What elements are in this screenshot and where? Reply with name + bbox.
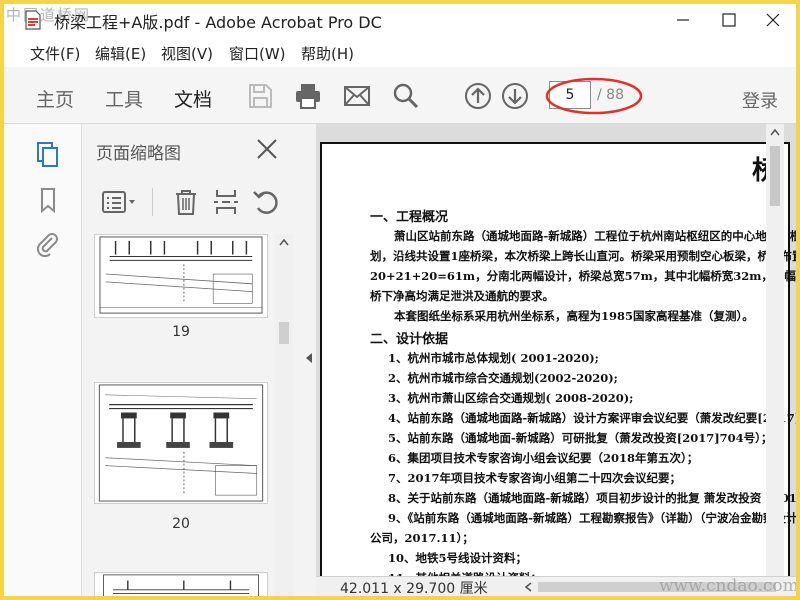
doc-line: 二、设计依据 (370, 332, 449, 347)
next-page-icon[interactable] (500, 81, 530, 111)
rotate-page-icon[interactable] (250, 186, 282, 218)
doc-line: 一、工程概况 (370, 210, 449, 225)
scroll-up-arrow-icon[interactable] (279, 238, 289, 246)
acrobat-window: 中国道桥网 桥梁工程+A版.pdf - Adobe Acrobat Pro DC… (4, 4, 796, 596)
close-icon (766, 13, 780, 27)
doc-line: 4、站前东路（通城地面路-新城路）设计方案评审会议纪要（萧发改纪要[2017]9… (388, 411, 796, 425)
page-thumbnails-icon[interactable] (34, 140, 62, 168)
doc-line: 6、集团项目技术专家咨询小组会议纪要（2018年第五次）； (388, 451, 699, 465)
collapse-panel-arrow-icon[interactable] (305, 352, 313, 364)
doc-line: 桥下净高均满足泄洪及通航的要求。 (370, 289, 554, 303)
thumbnail-scrollbar[interactable] (275, 234, 293, 596)
menu-window[interactable]: 窗口(W) (229, 43, 286, 64)
previous-page-icon[interactable] (463, 81, 493, 111)
login-button[interactable]: 登录 (742, 87, 778, 113)
scroll-up-arrow-icon[interactable] (770, 128, 780, 136)
doc-line: 划，沿线共设置1座桥梁，本次桥梁上跨长山直河。桥梁采用预制空心板梁，桥跨布置位 (370, 249, 796, 263)
save-icon[interactable] (245, 81, 275, 111)
tab-tools[interactable]: 工具 (105, 85, 143, 112)
page-size-readout: 42.011 x 29.700 厘米 (340, 581, 488, 596)
tab-document[interactable]: 文档 (174, 85, 212, 112)
pdf-file-icon (25, 10, 41, 30)
thumbnail-scroll-thumb[interactable] (279, 322, 289, 344)
doc-line: 萧山区站前东路（通城地面路-新城路）工程位于杭州南站枢纽区的中心地带，根据道 (394, 229, 796, 243)
maximize-icon (722, 13, 736, 27)
window-title: 桥梁工程+A版.pdf - Adobe Acrobat Pro DC (54, 13, 382, 32)
panel-title: 页面缩略图 (96, 144, 181, 164)
doc-line: 1、杭州市城市总体规划( 2001-2020); (388, 351, 599, 365)
tab-home[interactable]: 主页 (36, 85, 74, 112)
thumbnail-list: 19 20 (82, 234, 302, 596)
doc-line: 9、《站前东路（通城地面路-新城路）工程勘察报告》（详勘）（宁波冶金勘察设计研 (388, 511, 796, 525)
doc-line: 5、站前东路（通城地面-新城路）可研批复（萧发改投资[2017]704号）； (388, 431, 773, 445)
panel-splitter[interactable] (302, 124, 316, 596)
thumbnail-toolbar (82, 182, 302, 222)
doc-line: 本套图纸坐标系采用杭州坐标系，高程为1985国家高程基准（复测）。 (394, 309, 754, 323)
minimize-button[interactable] (660, 4, 706, 36)
menu-help[interactable]: 帮助(H) (301, 43, 354, 64)
thumbnail-label-20: 20 (172, 516, 190, 532)
thumbnails-panel: 页面缩略图 19 20 (82, 124, 302, 596)
menu-view[interactable]: 视图(V) (161, 43, 213, 64)
pdf-page: 桥 一、工程概况 萧山区站前东路（通城地面路-新城路）工程位于杭州南站枢纽区的中… (320, 142, 796, 596)
doc-line: 20+21+20=61m，分南北两幅设计，桥梁总宽57m，其中北幅桥宽32m，南… (370, 269, 796, 283)
document-view: 桥 一、工程概况 萧山区站前东路（通城地面路-新城路）工程位于杭州南站枢纽区的中… (316, 124, 796, 596)
menu-bar: 文件(F) 编辑(E) 视图(V) 窗口(W) 帮助(H) (4, 38, 796, 66)
search-icon[interactable] (391, 81, 421, 111)
menu-edit[interactable]: 编辑(E) (95, 43, 146, 64)
thumbnail-page-21[interactable] (94, 572, 268, 596)
main-toolbar: 主页 工具 文档 5 / 88 登录 (4, 67, 796, 124)
document-scroll-thumb[interactable] (770, 146, 780, 206)
bookmark-icon[interactable] (34, 186, 62, 214)
thumbnail-label-19: 19 (172, 324, 190, 340)
print-icon[interactable] (293, 81, 323, 111)
maximize-button[interactable] (706, 4, 752, 36)
close-window-button[interactable] (750, 4, 796, 36)
doc-line: 10、地铁5号线设计资料； (388, 551, 528, 565)
delete-page-icon[interactable] (170, 186, 202, 218)
split-page-icon[interactable] (210, 186, 242, 218)
highlight-ellipse (545, 77, 643, 115)
doc-line: 2、杭州市城市综合交通规划(2002-2020); (388, 371, 618, 385)
doc-line: 3、杭州市萧山区综合交通规划( 2008-2020); (388, 391, 634, 405)
toolbar-divider (152, 188, 153, 216)
scroll-left-arrow-icon[interactable] (524, 582, 532, 592)
minimize-icon (677, 19, 689, 21)
doc-line: 8、关于站前东路（通城地面路-新城路）项目初步设计的批复 萧发改投资（2018）… (388, 491, 796, 505)
doc-line: 7、2017年项目技术专家咨询小组第二十四次会议纪要； (388, 471, 682, 485)
thumbnail-page-20[interactable] (94, 382, 268, 504)
doc-line: 公司，2017.11）； (370, 531, 474, 545)
attachment-icon[interactable] (34, 230, 62, 258)
email-icon[interactable] (342, 81, 372, 111)
document-scrollbar[interactable] (766, 124, 784, 580)
thumbnail-page-19[interactable] (94, 234, 268, 318)
options-menu-icon[interactable] (100, 186, 140, 218)
title-bar: 中国道桥网 桥梁工程+A版.pdf - Adobe Acrobat Pro DC (4, 4, 796, 36)
close-panel-icon[interactable] (254, 136, 280, 162)
menu-file[interactable]: 文件(F) (30, 43, 80, 64)
watermark-bottom: www.cndao.com (659, 576, 796, 596)
navigation-rail (4, 124, 82, 596)
